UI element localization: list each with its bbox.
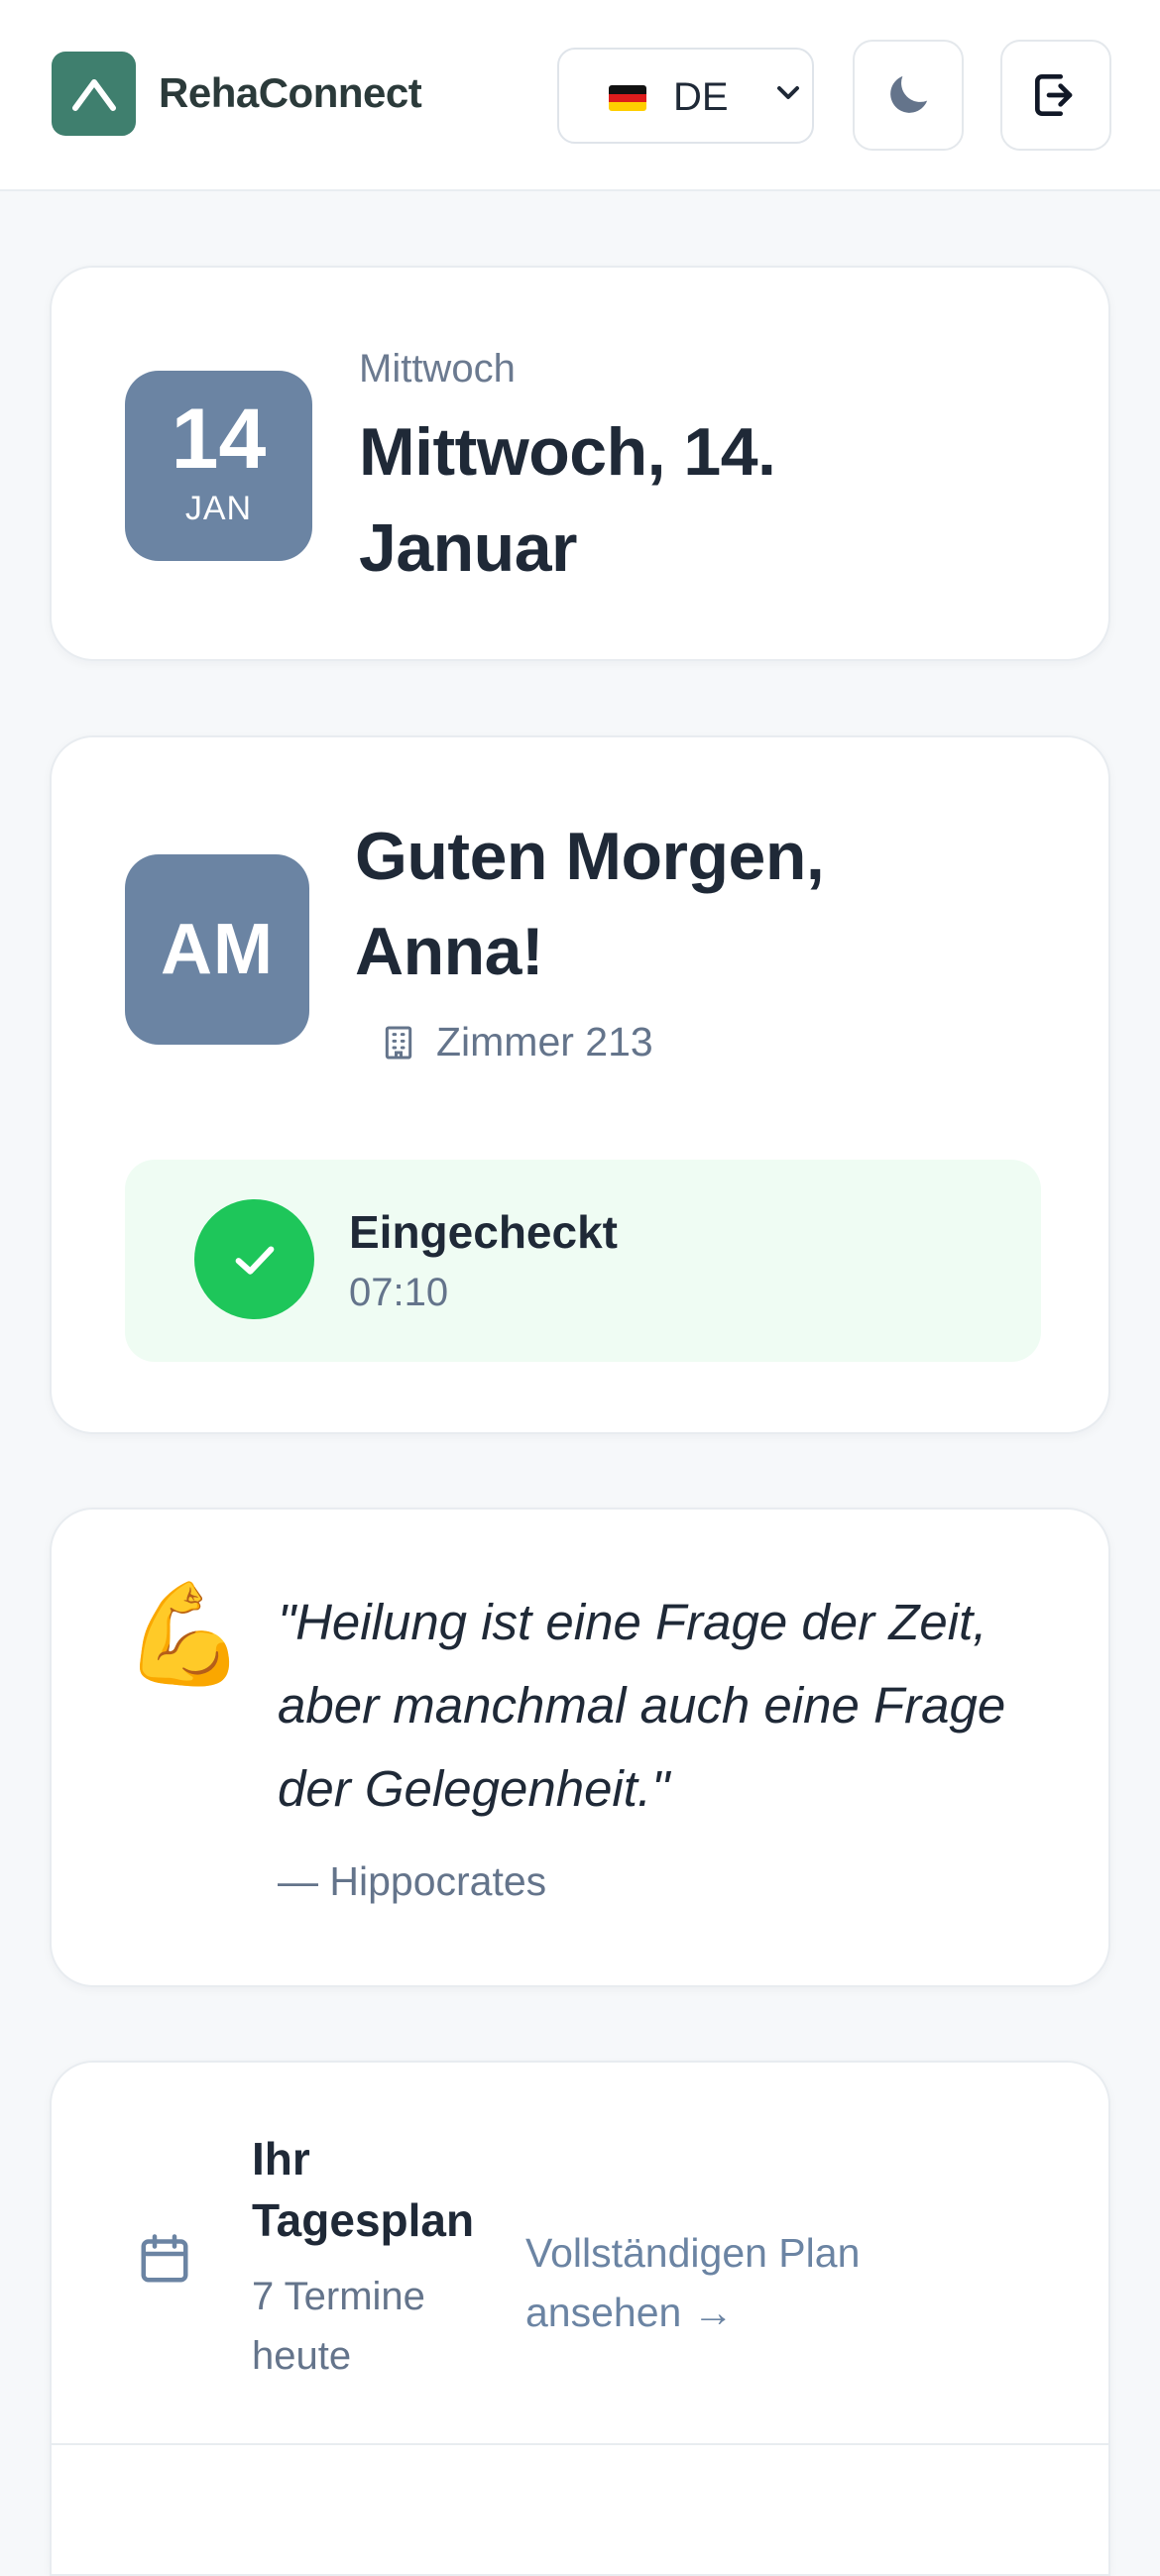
room-number: Zimmer 213 (436, 1019, 653, 1064)
quote-author: — Hippocrates (278, 1858, 547, 1904)
date-card: 14 JAN Mittwoch Mittwoch, 14. Januar (50, 266, 1110, 661)
logo-chevron-icon (71, 78, 116, 111)
appointment-count: 7 Termine heute (252, 2275, 425, 2378)
checkin-title: Eingecheckt (349, 1206, 618, 1258)
daily-plan-card: Ihr Tagesplan 7 Termine heute Vollständi… (50, 2061, 1110, 2576)
logout-button[interactable] (1000, 40, 1111, 151)
divider (52, 2443, 1108, 2445)
avatar: AM (125, 854, 309, 1045)
plan-title: Ihr Tagesplan (252, 2133, 475, 2246)
checkin-time: 07:10 (349, 1271, 449, 1314)
moon-icon (890, 75, 928, 113)
flexed-biceps-icon: 💪 (123, 1579, 247, 1690)
language-code: DE (673, 75, 729, 119)
date-day: 14 (171, 392, 267, 487)
full-date: Mittwoch, 14. Januar (359, 414, 776, 586)
language-select[interactable]: DE (557, 48, 814, 144)
checkmark-icon (235, 1245, 274, 1275)
brand-name: RehaConnect (159, 69, 422, 116)
view-full-plan-link[interactable]: Vollständigen Plan ansehen → (525, 2223, 942, 2342)
weekday-label: Mittwoch (359, 347, 516, 391)
app-logo[interactable] (52, 52, 136, 136)
chevron-down-icon (777, 86, 799, 99)
check-circle-icon (194, 1199, 314, 1319)
quote-text: "Heilung ist eine Frage der Zeit, aber m… (278, 1594, 1006, 1817)
calendar-icon (141, 2234, 188, 2283)
greeting-card: AM Guten Morgen, Anna! Zimmer 213 Eingec… (50, 735, 1110, 1434)
date-month: JAN (184, 490, 253, 527)
checkin-status: Eingecheckt 07:10 (125, 1160, 1041, 1362)
logout-icon (1035, 74, 1073, 116)
app-header: RehaConnect DE (0, 0, 1160, 191)
theme-toggle-button[interactable] (853, 40, 964, 151)
building-icon (385, 1026, 412, 1059)
date-badge: 14 JAN (125, 371, 312, 561)
quote-card: 💪 "Heilung ist eine Frage der Zeit, aber… (50, 1508, 1110, 1987)
room-info: Zimmer 213 (379, 1019, 653, 1065)
greeting-title: Guten Morgen, Anna! (355, 819, 825, 989)
german-flag-icon (609, 85, 646, 111)
